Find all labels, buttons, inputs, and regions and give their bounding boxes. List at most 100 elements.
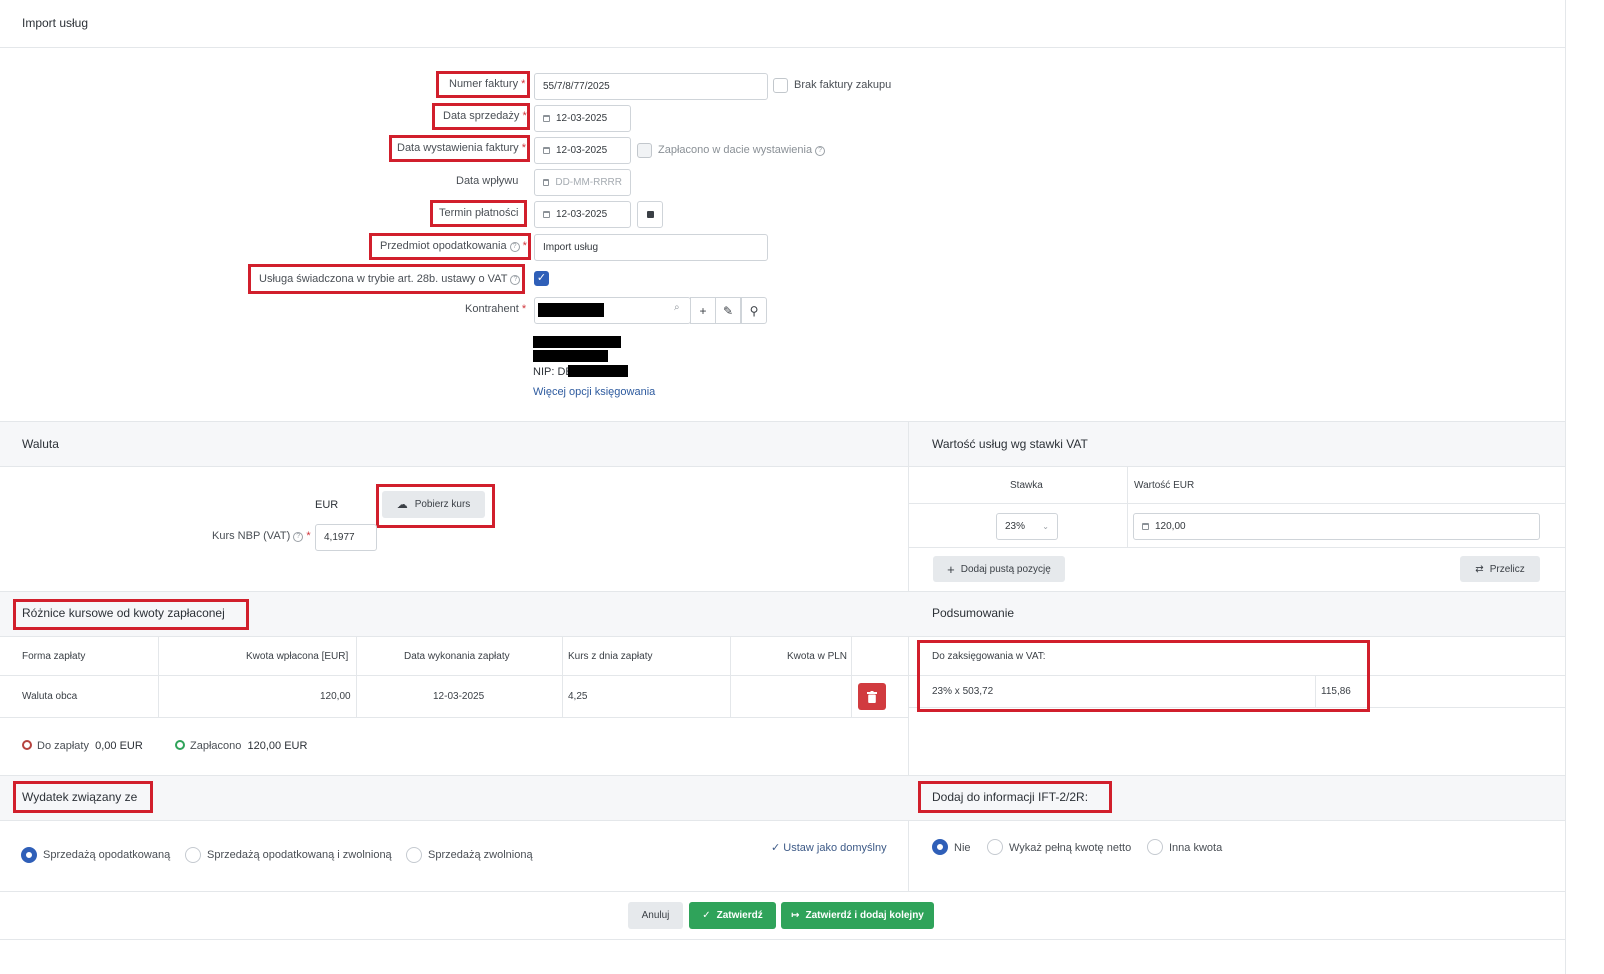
vat-value-input[interactable]: 120,00	[1133, 513, 1540, 540]
invoice-number-input[interactable]: 55/7/8/77/2025	[534, 73, 768, 100]
art28b-label: Usługa świadczona w trybie art. 28b. ust…	[259, 273, 521, 285]
paid-on-issue-checkbox[interactable]	[637, 143, 652, 158]
calculator-icon	[1142, 523, 1149, 530]
divider	[0, 939, 1565, 940]
fetch-rate-label: Pobierz kurs	[414, 499, 471, 510]
expense-option-label: Sprzedażą opodatkowaną i zwolnioną	[207, 849, 392, 861]
trash-icon	[867, 690, 877, 703]
expense-option-taxed-radio[interactable]	[21, 847, 37, 863]
delete-row-button[interactable]	[858, 683, 886, 710]
confirm-button[interactable]: ✓ Zatwierdź	[689, 902, 776, 929]
fetch-rate-button[interactable]: ☁ Pobierz kurs	[382, 491, 485, 518]
vat-rate-value: 23%	[1005, 521, 1026, 532]
divider	[0, 820, 1565, 821]
date-cell: 12-03-2025	[433, 691, 485, 702]
subject-input[interactable]: Import usług	[534, 234, 768, 261]
divider	[0, 891, 1565, 892]
set-default-link[interactable]: ✓ Ustaw jako domyślny	[771, 841, 887, 854]
expense-option-label: Sprzedażą zwolnioną	[428, 849, 533, 861]
ift-option-label: Wykaż pełną kwotę netto	[1009, 842, 1132, 854]
cancel-button[interactable]: Anuluj	[628, 902, 683, 929]
rate-cell: 4,25	[568, 691, 588, 702]
currency-title: Waluta	[22, 437, 59, 451]
plus-icon: +	[947, 561, 955, 577]
sale-date-input[interactable]: 12-03-2025	[534, 105, 631, 132]
ift-option-other-radio[interactable]	[1147, 839, 1163, 855]
col-header-rate: Kurs z dnia zapłaty	[568, 651, 653, 662]
column-divider	[1127, 467, 1128, 547]
status-dot	[22, 740, 32, 750]
check-icon: ✓	[771, 842, 781, 854]
vat-rate-select[interactable]: 23% ⌄	[996, 513, 1058, 540]
section-header-band	[0, 421, 1565, 467]
invoice-number-label: Numer faktury *	[449, 78, 526, 90]
col-header-rate: Stawka	[1010, 480, 1043, 491]
add-contractor-button[interactable]: +	[690, 297, 716, 324]
check-icon: ✓	[702, 910, 711, 921]
receipt-date-input[interactable]: DD-MM-RRRR	[534, 169, 631, 196]
divider	[0, 47, 1565, 48]
help-icon: ?	[815, 146, 826, 156]
help-icon: ?	[510, 275, 521, 285]
add-empty-row-button[interactable]: + Dodaj pustą pozycję	[933, 556, 1065, 582]
ift-option-no-radio[interactable]	[932, 839, 948, 855]
due-date-label: Termin płatności	[439, 207, 519, 219]
column-divider	[158, 637, 159, 717]
issue-date-input[interactable]: 12-03-2025	[534, 137, 631, 164]
receipt-date-placeholder: DD-MM-RRRR	[555, 177, 622, 188]
calendar-icon	[543, 115, 550, 122]
paid-on-issue-label: Zapłacono w dacie wystawienia?	[658, 144, 826, 156]
due-date-input[interactable]: 12-03-2025	[534, 201, 631, 228]
search-icon: ⌕	[674, 302, 680, 313]
redacted-block	[533, 350, 608, 362]
calendar-icon	[543, 211, 550, 218]
ift-option-net-radio[interactable]	[987, 839, 1003, 855]
issue-date-label: Data wystawienia faktury *	[397, 142, 527, 154]
divider	[0, 636, 1565, 637]
divider	[0, 675, 908, 676]
search-icon: ⚲	[749, 303, 759, 318]
more-options-link[interactable]: Więcej opcji księgowania	[533, 386, 655, 398]
fx-diff-title: Różnice kursowe od kwoty zapłaconej	[22, 606, 225, 620]
column-divider	[356, 637, 357, 717]
recalc-button[interactable]: ⇄ Przelicz	[1460, 556, 1540, 582]
payment-form-cell: Waluta obca	[22, 691, 78, 702]
issue-date-value: 12-03-2025	[556, 145, 608, 156]
divider	[909, 547, 1565, 548]
no-invoice-checkbox[interactable]	[773, 78, 788, 93]
edit-contractor-button[interactable]: ✎	[715, 297, 741, 324]
ift-title: Dodaj do informacji IFT-2/2R:	[932, 790, 1089, 804]
refresh-icon: ⇄	[1475, 563, 1484, 575]
sign-in-icon: ↦	[791, 910, 800, 921]
to-pay-status: Do zapłaty 0,00 EUR	[22, 740, 143, 752]
expense-option-exempt-radio[interactable]	[406, 847, 422, 863]
add-empty-row-label: Dodaj pustą pozycję	[960, 563, 1051, 575]
status-dot	[175, 740, 185, 750]
calendar-button[interactable]	[637, 201, 663, 228]
rate-input[interactable]: 4,1977	[315, 524, 377, 551]
calendar-icon	[543, 147, 550, 154]
confirm-label: Zatwierdź	[716, 910, 763, 921]
ift-option-label: Nie	[954, 842, 971, 854]
col-header-pln: Kwota w PLN	[787, 651, 848, 662]
expense-option-mixed-radio[interactable]	[185, 847, 201, 863]
no-invoice-label: Brak faktury zakupu	[794, 79, 892, 91]
recalc-label: Przelicz	[1489, 563, 1525, 575]
divider	[0, 591, 1565, 592]
divider	[0, 466, 1565, 467]
right-border	[1565, 0, 1566, 974]
confirm-add-label: Zatwierdź i dodaj kolejny	[805, 910, 924, 921]
chevron-down-icon: ⌄	[1042, 522, 1049, 531]
divider	[909, 503, 1565, 504]
art28b-checkbox[interactable]: ✓	[534, 271, 549, 286]
help-icon: ?	[509, 242, 520, 252]
search-contractor-button[interactable]: ⚲	[741, 297, 767, 324]
expense-title: Wydatek związany ze	[22, 790, 138, 804]
cloud-download-icon: ☁	[396, 499, 408, 511]
confirm-add-button[interactable]: ↦ Zatwierdź i dodaj kolejny	[781, 902, 934, 929]
nip-label: NIP: DE	[533, 366, 573, 378]
highlight-box	[917, 640, 1370, 712]
help-icon: ?	[293, 532, 304, 542]
column-divider	[730, 637, 731, 717]
subject-label: Przedmiot opodatkowania? *	[380, 240, 527, 252]
